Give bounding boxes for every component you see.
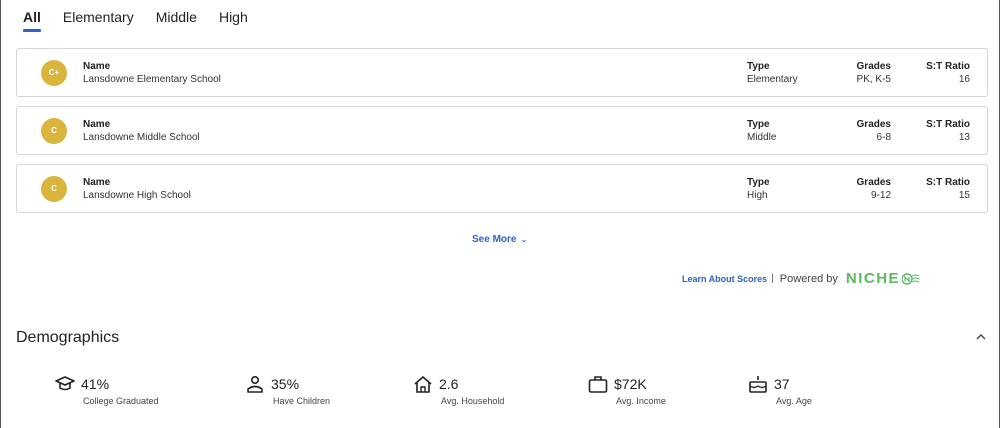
grades-column: Grades 6-8 xyxy=(835,118,891,144)
name-label: Name xyxy=(83,177,111,188)
tab-high[interactable]: High xyxy=(219,8,248,30)
grades-label: Grades xyxy=(856,177,891,188)
grade-badge: C xyxy=(41,118,67,144)
school-grades: 9-12 xyxy=(870,190,891,201)
type-label: Type xyxy=(747,61,770,72)
grade-badge: C+ xyxy=(41,60,67,86)
grades-column: Grades PK, K-5 xyxy=(835,60,891,86)
school-name: Lansdowne Elementary School xyxy=(83,74,221,85)
stat-caption: College Graduated xyxy=(83,396,159,406)
niche-logo-text: NICHE xyxy=(845,270,901,287)
school-name-column: Name Lansdowne High School xyxy=(83,176,191,202)
powered-by-bar: Learn About Scores | Powered by NICHE xyxy=(682,270,920,287)
tab-middle[interactable]: Middle xyxy=(156,8,197,30)
person-icon xyxy=(247,375,263,393)
school-type: Elementary xyxy=(747,74,798,85)
school-name-column: Name Lansdowne Middle School xyxy=(83,118,200,144)
school-card[interactable]: C+ Name Lansdowne Elementary School Type… xyxy=(16,48,988,97)
school-name-column: Name Lansdowne Elementary School xyxy=(83,60,221,86)
stat-caption: Avg. Income xyxy=(616,396,666,406)
ratio-label: S:T Ratio xyxy=(926,177,970,188)
type-label: Type xyxy=(747,119,770,130)
school-grades: PK, K-5 xyxy=(856,74,891,85)
ratio-column: S:T Ratio 16 xyxy=(917,60,970,86)
ratio-label: S:T Ratio xyxy=(926,61,970,72)
school-ratio: 13 xyxy=(958,132,970,143)
see-more-label: See More xyxy=(472,234,517,245)
type-column: Type High xyxy=(747,176,770,202)
school-grades: 6-8 xyxy=(876,132,891,143)
niche-logo[interactable]: NICHE xyxy=(846,270,920,287)
tab-elementary[interactable]: Elementary xyxy=(63,8,134,30)
school-name: Lansdowne Middle School xyxy=(83,132,200,143)
school-name: Lansdowne High School xyxy=(83,190,191,201)
chevron-down-icon: ⌄ xyxy=(520,235,528,244)
school-type: High xyxy=(747,190,768,201)
graduation-cap-icon xyxy=(55,376,75,391)
grade-badge: C xyxy=(41,176,67,202)
tab-all[interactable]: All xyxy=(23,8,41,32)
ratio-column: S:T Ratio 13 xyxy=(917,118,970,144)
school-card[interactable]: C Name Lansdowne Middle School Type Midd… xyxy=(16,106,988,155)
briefcase-icon xyxy=(588,376,608,393)
school-level-tabs: All Elementary Middle High xyxy=(23,8,270,32)
name-label: Name xyxy=(83,61,111,72)
name-label: Name xyxy=(83,119,111,130)
stat-value: 41% xyxy=(81,376,110,392)
type-column: Type Middle xyxy=(747,118,776,144)
grades-column: Grades 9-12 xyxy=(835,176,891,202)
niche-waves-icon xyxy=(902,272,920,285)
ratio-label: S:T Ratio xyxy=(926,119,970,130)
stat-caption: Have Children xyxy=(273,396,331,406)
cake-icon xyxy=(749,376,767,393)
stat-value: $72K xyxy=(614,376,647,392)
demographics-title: Demographics xyxy=(16,329,120,346)
school-type: Middle xyxy=(747,132,777,143)
chevron-up-icon[interactable] xyxy=(974,330,988,344)
page: All Elementary Middle High C+ Name Lansd… xyxy=(0,0,1000,428)
grades-label: Grades xyxy=(856,61,891,72)
stat-value: 2.6 xyxy=(439,376,459,392)
school-ratio: 16 xyxy=(958,74,970,85)
learn-about-scores-link[interactable]: Learn About Scores xyxy=(682,274,767,284)
stat-value: 37 xyxy=(774,376,790,392)
see-more-button[interactable]: See More ⌄ xyxy=(472,234,527,245)
house-icon xyxy=(414,376,432,393)
school-ratio: 15 xyxy=(958,190,970,201)
grades-label: Grades xyxy=(856,119,891,130)
type-label: Type xyxy=(747,177,770,188)
stat-caption: Avg. Age xyxy=(776,396,812,406)
ratio-column: S:T Ratio 15 xyxy=(917,176,970,202)
type-column: Type Elementary xyxy=(747,60,798,86)
powered-by-label: Powered by xyxy=(779,272,838,285)
separator: | xyxy=(771,273,774,284)
stat-caption: Avg. Household xyxy=(441,396,505,406)
stat-value: 35% xyxy=(271,376,300,392)
school-card[interactable]: C Name Lansdowne High School Type High G… xyxy=(16,164,988,213)
